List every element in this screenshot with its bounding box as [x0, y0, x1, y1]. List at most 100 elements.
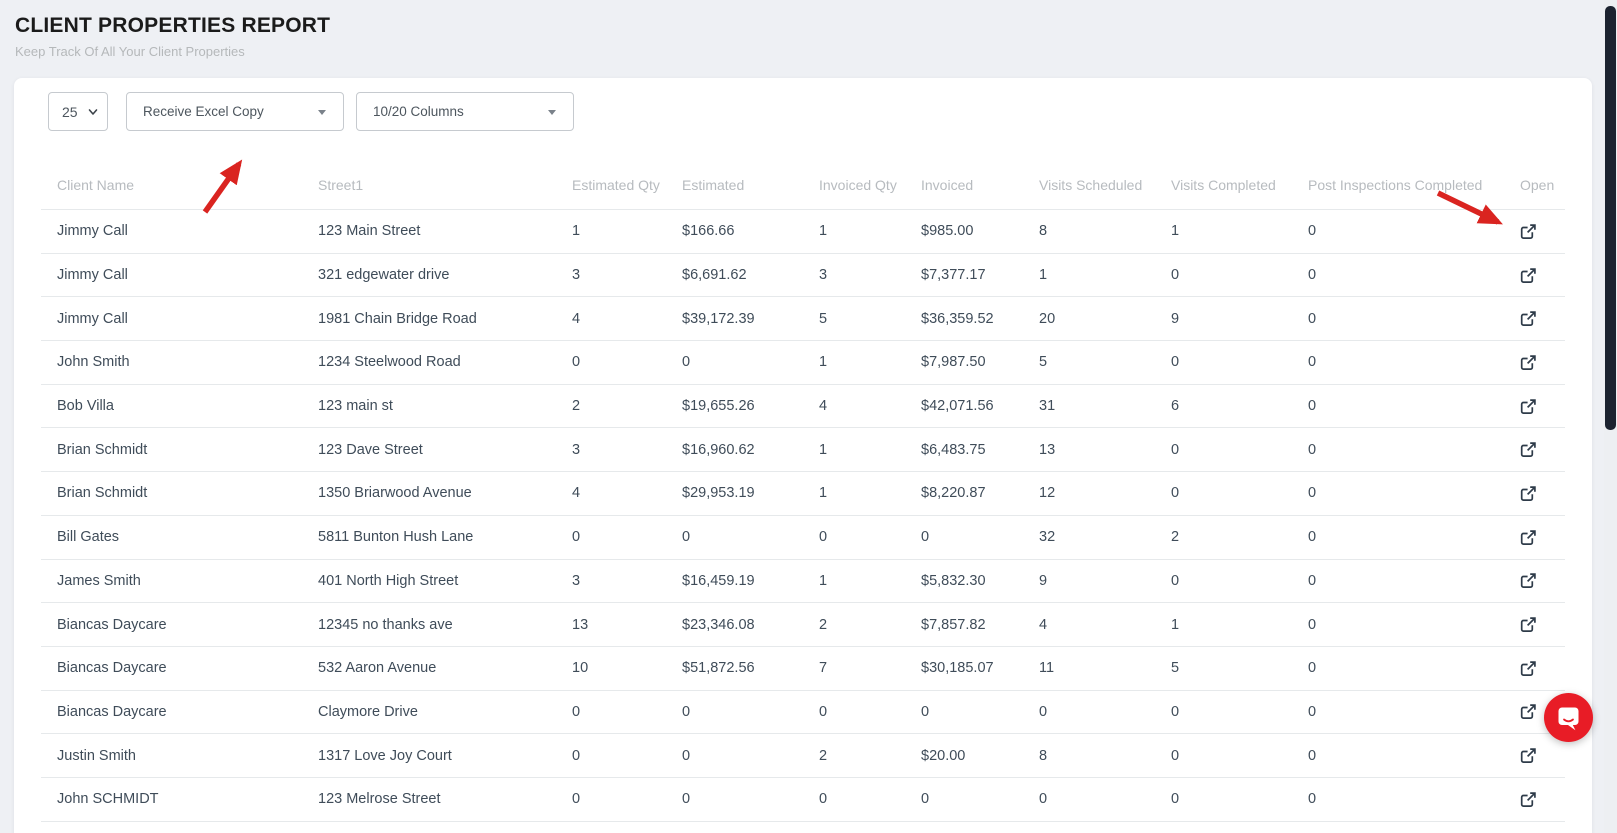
cell-street1: 123 Melrose Street — [318, 791, 572, 807]
cell-client-name: Jimmy Call — [57, 311, 318, 327]
column-header-visits-scheduled: Visits Scheduled — [1039, 177, 1171, 193]
open-link-button[interactable] — [1520, 791, 1565, 808]
open-link-button[interactable] — [1520, 747, 1565, 764]
cell-visits-completed: 0 — [1171, 573, 1308, 589]
columns-dropdown[interactable]: 10/20 Columns — [356, 92, 574, 131]
cell-invoiced: $5,832.30 — [921, 573, 1039, 589]
table-body: Jimmy Call 123 Main Street 1 $166.66 1 $… — [41, 210, 1565, 822]
open-link-button[interactable] — [1520, 485, 1565, 502]
open-link-button[interactable] — [1520, 223, 1565, 240]
cell-visits-scheduled: 4 — [1039, 617, 1171, 633]
cell-visits-completed: 2 — [1171, 529, 1308, 545]
cell-visits-completed: 6 — [1171, 398, 1308, 414]
cell-invoiced: $6,483.75 — [921, 442, 1039, 458]
external-link-icon — [1520, 441, 1537, 458]
open-link-button[interactable] — [1520, 441, 1565, 458]
cell-client-name: John SCHMIDT — [57, 791, 318, 807]
cell-invoiced-qty: 1 — [819, 354, 921, 370]
cell-post-inspections-completed: 0 — [1308, 748, 1520, 764]
cell-client-name: Biancas Daycare — [57, 660, 318, 676]
open-link-button[interactable] — [1520, 398, 1565, 415]
cell-invoiced-qty: 0 — [819, 529, 921, 545]
cell-visits-completed: 0 — [1171, 748, 1308, 764]
cell-street1: 1981 Chain Bridge Road — [318, 311, 572, 327]
caret-down-icon — [548, 110, 556, 115]
table-row: Biancas Daycare 532 Aaron Avenue 10 $51,… — [41, 647, 1565, 691]
external-link-icon — [1520, 703, 1537, 720]
external-link-icon — [1520, 398, 1537, 415]
cell-client-name: Jimmy Call — [57, 223, 318, 239]
page-size-value: 25 — [62, 104, 78, 120]
cell-estimated-qty: 3 — [572, 442, 682, 458]
open-link-button[interactable] — [1520, 267, 1565, 284]
cell-estimated-qty: 1 — [572, 223, 682, 239]
cell-post-inspections-completed: 0 — [1308, 223, 1520, 239]
cell-client-name: Biancas Daycare — [57, 617, 318, 633]
chat-button[interactable] — [1544, 693, 1593, 742]
cell-estimated: 0 — [682, 748, 819, 764]
cell-visits-completed: 0 — [1171, 704, 1308, 720]
open-link-button[interactable] — [1520, 572, 1565, 589]
cell-street1: 1317 Love Joy Court — [318, 748, 572, 764]
cell-estimated-qty: 0 — [572, 529, 682, 545]
columns-dropdown-label: 10/20 Columns — [373, 104, 464, 119]
cell-post-inspections-completed: 0 — [1308, 704, 1520, 720]
cell-estimated-qty: 10 — [572, 660, 682, 676]
cell-post-inspections-completed: 0 — [1308, 573, 1520, 589]
cell-visits-scheduled: 1 — [1039, 267, 1171, 283]
cell-invoiced-qty: 3 — [819, 267, 921, 283]
page-size-select[interactable]: 25 — [48, 92, 108, 131]
cell-estimated: $23,346.08 — [682, 617, 819, 633]
column-header-client-name: Client Name — [57, 177, 318, 193]
cell-post-inspections-completed: 0 — [1308, 311, 1520, 327]
table-row: Jimmy Call 1981 Chain Bridge Road 4 $39,… — [41, 297, 1565, 341]
cell-visits-scheduled: 12 — [1039, 485, 1171, 501]
cell-street1: 1350 Briarwood Avenue — [318, 485, 572, 501]
cell-post-inspections-completed: 0 — [1308, 791, 1520, 807]
cell-street1: 5811 Bunton Hush Lane — [318, 529, 572, 545]
open-link-button[interactable] — [1520, 310, 1565, 327]
cell-visits-completed: 1 — [1171, 617, 1308, 633]
cell-visits-scheduled: 5 — [1039, 354, 1171, 370]
cell-street1: 123 Main Street — [318, 223, 572, 239]
cell-post-inspections-completed: 0 — [1308, 485, 1520, 501]
cell-invoiced-qty: 2 — [819, 617, 921, 633]
cell-estimated: $51,872.56 — [682, 660, 819, 676]
page-title: CLIENT PROPERTIES REPORT — [15, 14, 330, 38]
cell-invoiced-qty: 5 — [819, 311, 921, 327]
open-link-button[interactable] — [1520, 616, 1565, 633]
external-link-icon — [1520, 529, 1537, 546]
receive-excel-copy-dropdown[interactable]: Receive Excel Copy — [126, 92, 344, 131]
cell-visits-scheduled: 0 — [1039, 704, 1171, 720]
client-properties-table: Client NameStreet1Estimated QtyEstimated… — [41, 160, 1565, 822]
cell-client-name: Brian Schmidt — [57, 485, 318, 501]
page-header: CLIENT PROPERTIES REPORT Keep Track Of A… — [15, 14, 330, 59]
external-link-icon — [1520, 485, 1537, 502]
cell-visits-completed: 0 — [1171, 267, 1308, 283]
chat-bubble-icon — [1544, 693, 1593, 742]
open-link-button[interactable] — [1520, 660, 1565, 677]
open-link-button[interactable] — [1520, 529, 1565, 546]
cell-post-inspections-completed: 0 — [1308, 398, 1520, 414]
cell-estimated: $16,459.19 — [682, 573, 819, 589]
external-link-icon — [1520, 310, 1537, 327]
column-header-invoiced: Invoiced — [921, 177, 1039, 193]
cell-estimated: 0 — [682, 529, 819, 545]
table-row: Biancas Daycare 12345 no thanks ave 13 $… — [41, 603, 1565, 647]
chevron-down-icon — [87, 106, 99, 118]
open-link-button[interactable] — [1520, 354, 1565, 371]
cell-street1: 321 edgewater drive — [318, 267, 572, 283]
scrollbar-thumb[interactable] — [1605, 6, 1616, 430]
cell-street1: 401 North High Street — [318, 573, 572, 589]
scrollbar-track[interactable] — [1604, 0, 1617, 833]
cell-street1: 123 Dave Street — [318, 442, 572, 458]
external-link-icon — [1520, 267, 1537, 284]
cell-estimated: $6,691.62 — [682, 267, 819, 283]
cell-visits-scheduled: 20 — [1039, 311, 1171, 327]
cell-post-inspections-completed: 0 — [1308, 617, 1520, 633]
external-link-icon — [1520, 791, 1537, 808]
table-row: James Smith 401 North High Street 3 $16,… — [41, 560, 1565, 604]
cell-post-inspections-completed: 0 — [1308, 267, 1520, 283]
column-header-invoiced-qty: Invoiced Qty — [819, 177, 921, 193]
table-row: Jimmy Call 123 Main Street 1 $166.66 1 $… — [41, 210, 1565, 254]
